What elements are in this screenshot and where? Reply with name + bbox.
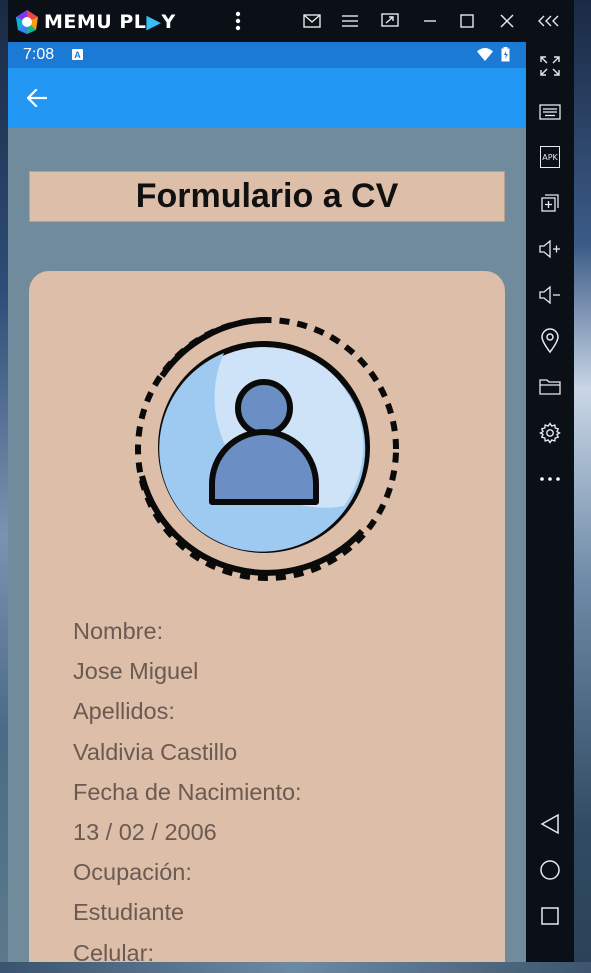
keyboard-icon[interactable]	[538, 100, 562, 124]
field-label-celular: Celular:	[73, 939, 154, 963]
field-label-apellidos: Apellidos:	[73, 698, 175, 725]
user-profile-icon	[135, 317, 399, 581]
arrow-back-icon	[27, 89, 47, 107]
settings-icon[interactable]	[538, 421, 562, 445]
brand-text-end: Y	[161, 11, 176, 33]
app-bar	[8, 68, 526, 128]
apk-label: APK	[540, 146, 560, 168]
field-value-fecha-nacimiento: 13 / 02 / 2006	[73, 818, 217, 845]
nav-recents-icon[interactable]	[538, 904, 562, 928]
minimize-icon[interactable]	[418, 9, 442, 33]
field-value-nombre: Jose Miguel	[73, 658, 199, 685]
desktop-wallpaper-left	[0, 0, 8, 973]
apk-icon[interactable]: APK	[538, 145, 562, 169]
status-time: 7:08	[23, 46, 55, 63]
menu-icon[interactable]	[338, 9, 362, 33]
emulator-toolbar: APK	[526, 42, 574, 962]
desktop-wallpaper-right	[574, 0, 591, 973]
volume-up-icon[interactable]	[538, 237, 562, 261]
field-value-apellidos: Valdivia Castillo	[73, 738, 238, 765]
nav-home-icon[interactable]	[538, 858, 562, 882]
more-horiz-icon[interactable]	[538, 467, 562, 491]
field-label-nombre: Nombre:	[73, 618, 164, 644]
cv-card: Nombre: Jose Miguel Apellidos: Valdivia …	[29, 271, 505, 962]
android-screen: 7:08 A Formulario a CV Nombre: Jose Migu…	[8, 42, 526, 962]
brand-play-triangle: ▶	[146, 11, 162, 33]
notification-icon: A	[72, 49, 83, 60]
page-title-box: Formulario a CV	[29, 171, 505, 222]
fullscreen-icon[interactable]	[538, 54, 562, 78]
emulator-window: MEMU PL▶Y APK 7:08 A Formulario a CV Nom…	[8, 0, 574, 962]
desktop-wallpaper-bottom	[0, 962, 591, 973]
multi-instance-icon[interactable]	[538, 191, 562, 215]
folder-icon[interactable]	[538, 375, 562, 399]
maximize-icon[interactable]	[455, 9, 479, 33]
nav-back-icon[interactable]	[538, 812, 562, 836]
collapse-icon[interactable]	[537, 9, 561, 33]
brand-text: MEMU PL	[44, 11, 147, 33]
location-icon[interactable]	[538, 328, 562, 354]
wifi-icon	[477, 48, 493, 61]
status-bar: 7:08 A	[8, 42, 526, 68]
close-icon[interactable]	[495, 9, 519, 33]
field-value-ocupacion: Estudiante	[73, 899, 185, 926]
volume-down-icon[interactable]	[538, 283, 562, 307]
page-title: Formulario a CV	[135, 177, 399, 215]
mail-icon[interactable]	[300, 9, 324, 33]
emulator-titlebar: MEMU PL▶Y	[8, 0, 574, 42]
app-brand: MEMU PL▶Y	[44, 11, 176, 33]
memu-logo-icon	[16, 10, 38, 34]
cv-fields: Nombre: Jose Miguel Apellidos: Valdivia …	[73, 611, 473, 962]
field-label-ocupacion: Ocupación:	[73, 859, 192, 886]
back-button[interactable]	[24, 85, 50, 111]
field-label-fecha-nacimiento: Fecha de Nacimiento:	[73, 778, 302, 805]
more-vert-icon[interactable]	[226, 9, 250, 33]
battery-icon	[501, 47, 510, 62]
screen-share-icon[interactable]	[378, 9, 402, 33]
